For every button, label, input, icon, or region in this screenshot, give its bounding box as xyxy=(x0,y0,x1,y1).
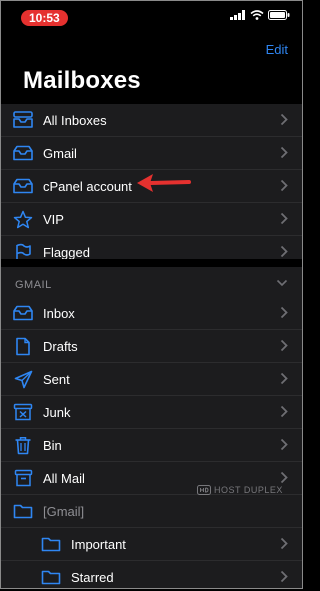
inbox-icon xyxy=(11,175,35,197)
folder-junk[interactable]: Junk xyxy=(1,396,302,429)
chevron-right-icon xyxy=(280,372,288,385)
junk-icon xyxy=(11,401,35,423)
mailbox-all-inboxes[interactable]: All Inboxes xyxy=(1,104,302,137)
signal-icon xyxy=(230,10,245,20)
chevron-right-icon xyxy=(280,245,288,258)
inbox-stack-icon xyxy=(11,109,35,131)
folder-icon xyxy=(11,500,35,522)
watermark-text: HOST DUPLEX xyxy=(214,485,283,495)
folder-icon xyxy=(39,566,63,588)
mailbox-label: Flagged xyxy=(43,244,90,260)
folder-label: Drafts xyxy=(43,338,78,354)
folder-inbox[interactable]: Inbox xyxy=(1,297,302,330)
chevron-down-icon xyxy=(276,279,288,287)
inbox-icon xyxy=(11,302,35,324)
status-icons xyxy=(230,10,290,20)
document-icon xyxy=(11,335,35,357)
wifi-icon xyxy=(250,10,264,20)
folder-label: Inbox xyxy=(43,305,75,321)
folder-starred[interactable]: Starred xyxy=(1,561,302,588)
folder-sent[interactable]: Sent xyxy=(1,363,302,396)
host-duplex-logo-icon xyxy=(197,485,211,495)
watermark: HOST DUPLEX xyxy=(197,485,283,495)
archive-icon xyxy=(11,467,35,489)
edit-button[interactable]: Edit xyxy=(266,42,288,57)
folder-label: Bin xyxy=(43,437,62,453)
chevron-right-icon xyxy=(280,471,288,484)
mailbox-gmail[interactable]: Gmail xyxy=(1,137,302,170)
mailbox-label: Gmail xyxy=(43,145,77,161)
mailbox-label: cPanel account xyxy=(43,178,132,194)
status-time: 10:53 xyxy=(21,10,68,26)
chevron-right-icon xyxy=(280,438,288,451)
mailbox-label: All Inboxes xyxy=(43,112,107,128)
battery-icon xyxy=(268,10,290,20)
chevron-right-icon xyxy=(280,537,288,550)
chevron-right-icon xyxy=(280,113,288,126)
star-icon xyxy=(11,208,35,230)
section-title: GMAIL xyxy=(15,279,52,291)
mailbox-vip[interactable]: VIP xyxy=(1,203,302,236)
folder-drafts[interactable]: Drafts xyxy=(1,330,302,363)
folder-bin[interactable]: Bin xyxy=(1,429,302,462)
page-title: Mailboxes xyxy=(23,67,141,94)
folder-label: [Gmail] xyxy=(43,503,85,519)
folder-label: Starred xyxy=(71,569,114,585)
chevron-right-icon xyxy=(280,405,288,418)
chevron-right-icon xyxy=(280,339,288,352)
chevron-right-icon xyxy=(280,146,288,159)
folder-gmail-group[interactable]: [Gmail] xyxy=(1,495,302,528)
chevron-right-icon xyxy=(280,179,288,192)
folder-label: All Mail xyxy=(43,470,85,486)
folder-important[interactable]: Important xyxy=(1,528,302,561)
status-bar: 10:53 xyxy=(1,7,302,27)
folder-label: Junk xyxy=(43,404,71,420)
trash-icon xyxy=(11,434,35,456)
mailbox-label: VIP xyxy=(43,211,64,227)
paper-plane-icon xyxy=(11,368,35,390)
gmail-folder-list: Inbox Drafts Sent Junk Bin All Mail [Gma… xyxy=(1,297,302,588)
chevron-right-icon xyxy=(280,212,288,225)
folder-icon xyxy=(39,533,63,555)
screenshot-frame: 10:53 Edit Mailboxes All Inboxes Gmail c… xyxy=(0,0,303,589)
folder-label: Sent xyxy=(43,371,70,387)
folder-label: Important xyxy=(71,536,126,552)
inbox-icon xyxy=(11,142,35,164)
annotation-arrow-icon xyxy=(137,174,191,192)
chevron-right-icon xyxy=(280,570,288,583)
chevron-right-icon xyxy=(280,306,288,319)
